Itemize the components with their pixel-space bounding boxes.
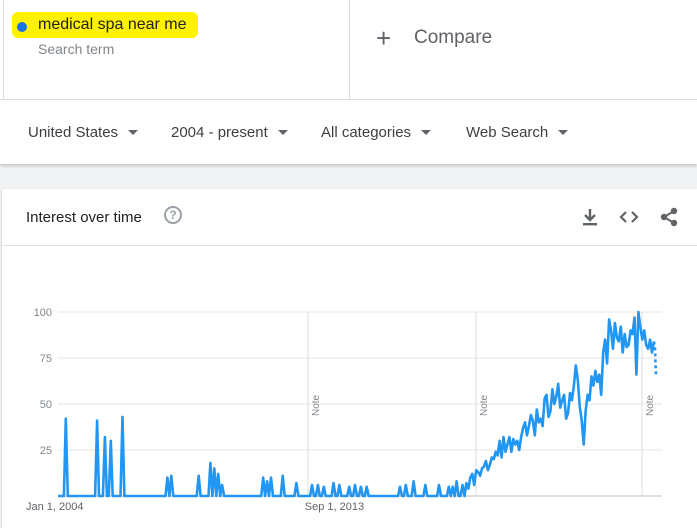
- search-header: medical spa near me Search term + Compar…: [0, 0, 697, 100]
- chevron-down-icon: [128, 130, 139, 135]
- x-tick-label: Sep 1, 2013: [305, 501, 364, 513]
- search-type-filter[interactable]: Web Search: [466, 124, 569, 141]
- share-icon[interactable]: [658, 206, 680, 228]
- time-filter-label: 2004 - present: [171, 124, 268, 141]
- help-icon[interactable]: ?: [164, 206, 182, 224]
- term-color-dot: [17, 22, 27, 32]
- embed-icon[interactable]: [618, 206, 640, 228]
- geo-filter-label: United States: [28, 124, 119, 141]
- category-filter-label: All categories: [321, 124, 412, 141]
- note-label: Note: [311, 394, 322, 416]
- interest-over-time-chart: Note Note Note 25 50 75 100 Jan 1, 2004 Sep 1, …: [26, 307, 662, 513]
- x-tick-label: Jan 1, 2004: [26, 501, 84, 513]
- y-tick-label: 25: [40, 445, 52, 457]
- interest-over-time-card: Interest over time ? Note Note Note 25 5…: [2, 189, 697, 528]
- search-term-card[interactable]: medical spa near me Search term: [3, 0, 350, 99]
- category-filter[interactable]: All categories: [321, 124, 432, 141]
- chevron-down-icon: [277, 130, 288, 135]
- search-term-label: Search term: [38, 41, 115, 57]
- card-title: Interest over time: [26, 209, 142, 226]
- y-tick-label: 50: [40, 399, 52, 411]
- y-tick-label: 100: [34, 307, 52, 319]
- compare-button[interactable]: + Compare: [376, 23, 493, 53]
- time-filter[interactable]: 2004 - present: [171, 124, 288, 141]
- chevron-down-icon: [421, 130, 432, 135]
- chevron-down-icon: [558, 130, 569, 135]
- search-term-text[interactable]: medical spa near me: [38, 16, 187, 34]
- geo-filter[interactable]: United States: [28, 124, 139, 141]
- card-header: Interest over time ?: [2, 189, 697, 246]
- y-tick-label: 75: [40, 353, 52, 365]
- note-label: Note: [645, 394, 656, 416]
- search-type-filter-label: Web Search: [466, 124, 549, 141]
- compare-label: Compare: [414, 27, 493, 48]
- note-label: Note: [479, 394, 490, 416]
- filter-bar: United States 2004 - present All categor…: [0, 100, 697, 164]
- plus-icon: +: [376, 23, 392, 53]
- download-icon[interactable]: [579, 206, 601, 228]
